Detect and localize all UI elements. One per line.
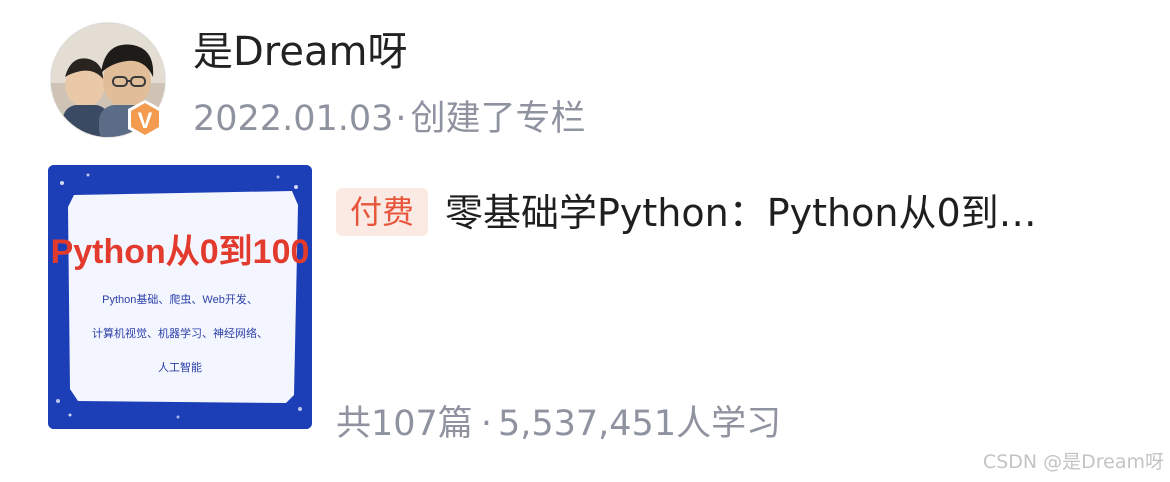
stats-separator: · [480,404,492,444]
cover-line-3: 人工智能 [158,360,202,374]
post-date: 2022.01.03 [193,99,394,139]
paid-tag: 付费 [336,188,429,236]
column-cover-image[interactable]: Python从0到100 Python基础、爬虫、Web开发、 计算机视觉、机器… [48,165,312,429]
cover-line-2: 计算机视觉、机器学习、神经网络、 [92,326,268,340]
vip-badge-icon: V [124,98,166,140]
csdn-watermark: CSDN @是Dream呀 [982,451,1164,473]
post-action: 创建了专栏 [410,99,586,139]
meta-separator: · [395,99,407,139]
post-meta: 2022.01.03· 创建了专栏 [193,96,586,142]
column-stats: 共107篇 · 5,537,451人学习 [336,400,781,448]
column-title[interactable]: 零基础学Python：Python从0到… [445,186,1105,240]
vip-badge-letter: V [138,108,153,133]
learner-count: 5,537,451人学习 [497,404,782,444]
cover-line-1: Python基础、爬虫、Web开发、 [102,292,258,306]
author-name[interactable]: 是Dream呀 [193,26,407,78]
article-count: 共107篇 [336,404,473,444]
cover-headline: Python从0到100 [51,233,310,271]
